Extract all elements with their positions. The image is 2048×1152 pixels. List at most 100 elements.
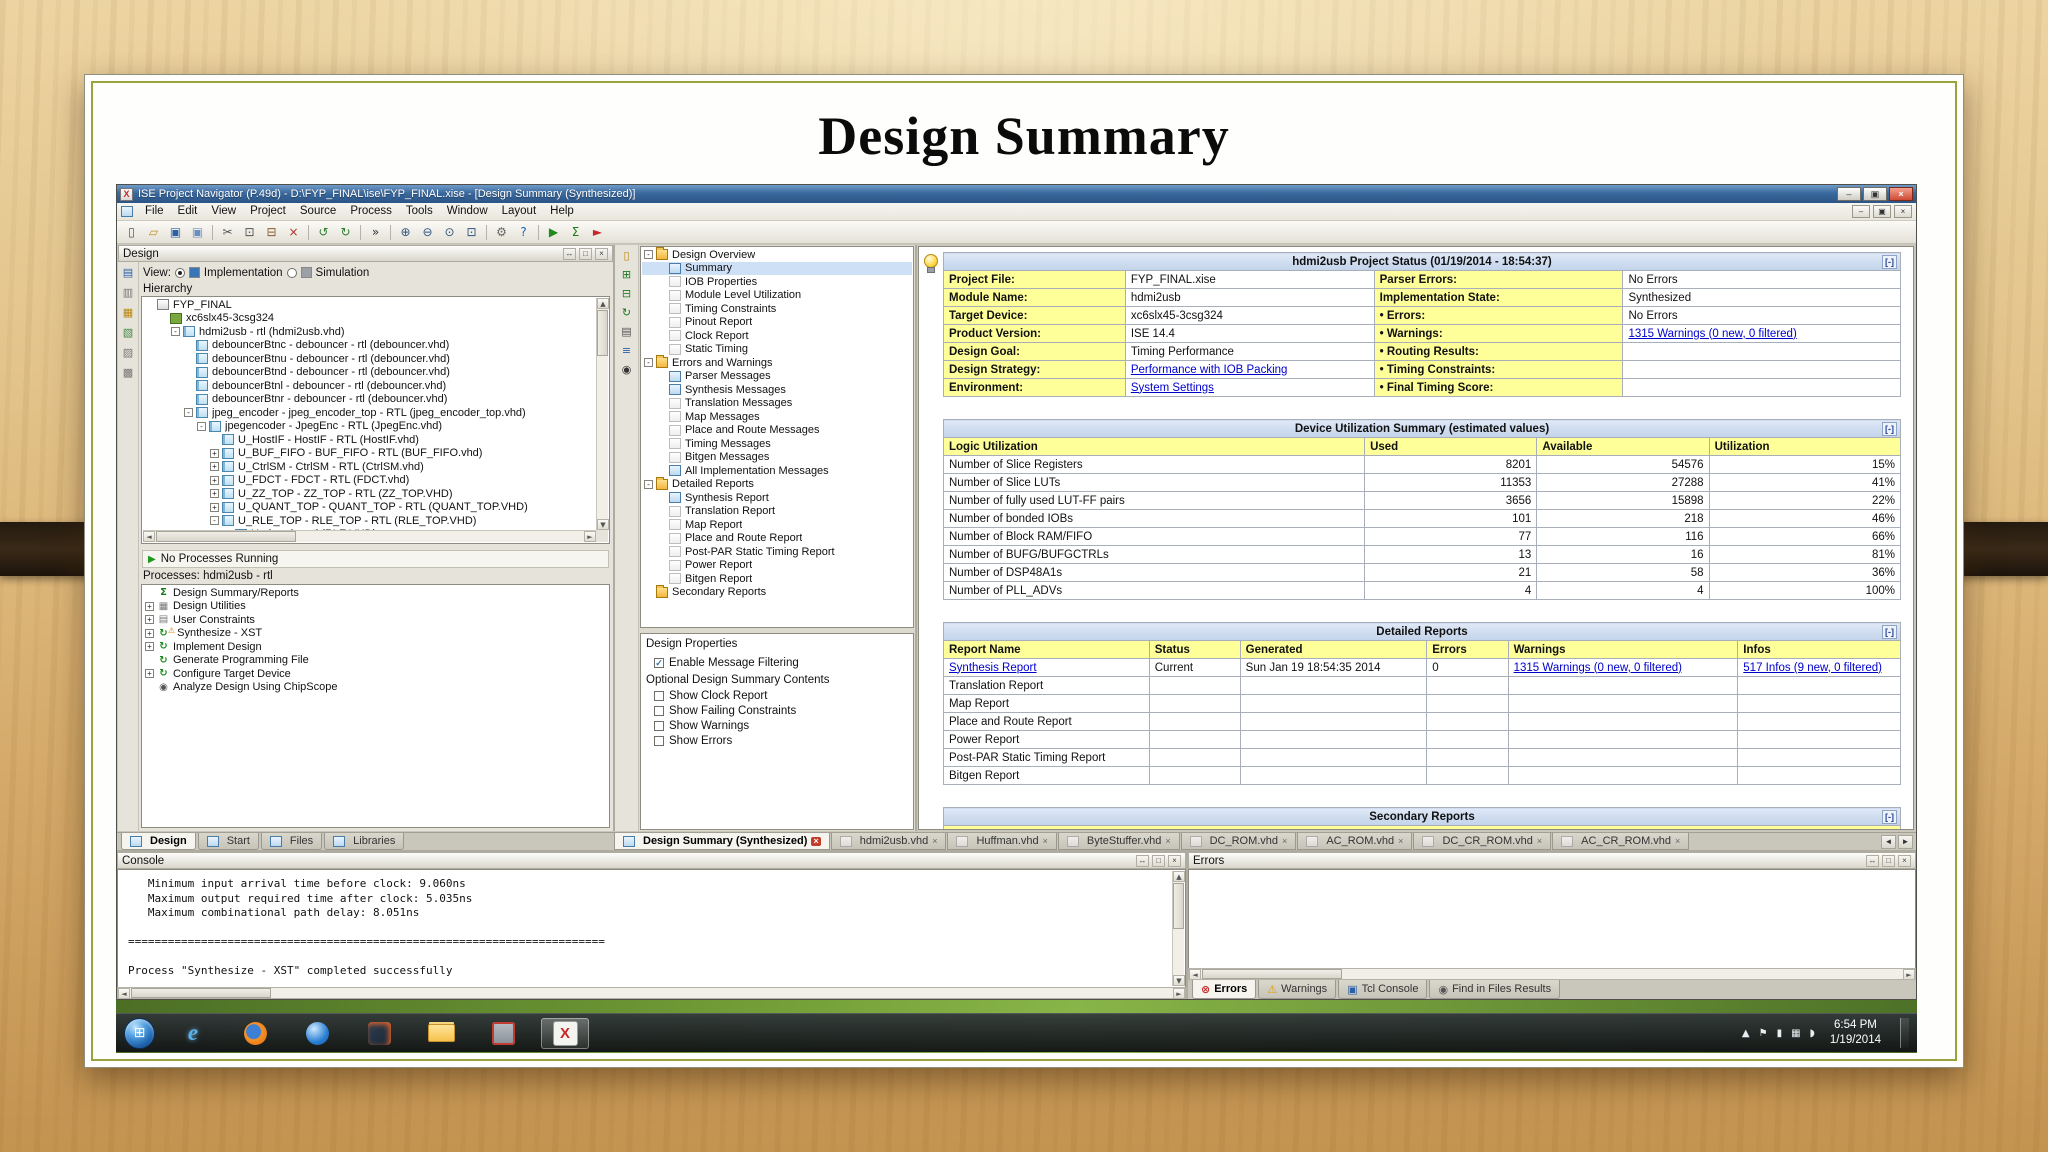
tree-item[interactable]: Post-PAR Static Timing Report: [642, 545, 912, 559]
save-all-icon[interactable]: ▣: [187, 223, 208, 242]
scrollbar-thumb[interactable]: [597, 310, 608, 356]
file-explorer-icon[interactable]: [417, 1018, 465, 1049]
report-row[interactable]: Bitgen Report: [943, 766, 1901, 785]
print-icon[interactable]: ▤: [621, 326, 631, 338]
tree-item[interactable]: debouncerBtnr - debouncer - rtl (debounc…: [143, 393, 596, 407]
files-view-icon[interactable]: ▥: [123, 287, 133, 299]
show-desktop-button[interactable]: [1900, 1018, 1909, 1048]
reports-view-icon[interactable]: ▩: [123, 367, 133, 379]
collapse-button[interactable]: [-]: [1882, 255, 1897, 269]
new-file-icon[interactable]: ▯: [121, 223, 142, 242]
panel-float-button[interactable]: ↔: [1136, 854, 1149, 867]
close-tab-icon[interactable]: ×: [1165, 836, 1170, 846]
tree-item[interactable]: Translation Messages: [642, 397, 912, 411]
collapse-button[interactable]: [-]: [1882, 625, 1897, 639]
sources-view-icon[interactable]: ▤: [123, 267, 133, 279]
document-tab[interactable]: DC_CR_ROM.vhd ×: [1413, 833, 1552, 850]
tree-item[interactable]: - Errors and Warnings: [642, 355, 912, 370]
expander-icon[interactable]: -: [644, 358, 653, 368]
status-value-link[interactable]: 1315 Warnings (0 new, 0 filtered): [1628, 328, 1796, 340]
save-icon[interactable]: ▣: [165, 223, 186, 242]
media-player-icon[interactable]: [293, 1018, 341, 1049]
tree-item[interactable]: - jpegencoder - JpegEnc - RTL (JpegEnc.vh…: [143, 420, 596, 434]
expander-icon[interactable]: -: [197, 421, 206, 431]
close-tab-icon[interactable]: ×: [1675, 836, 1680, 846]
utilization-row[interactable]: Number of Block RAM/FIFO 77 116 66%: [942, 527, 1902, 546]
menu-project[interactable]: Project: [243, 204, 293, 219]
tree-item[interactable]: Static Timing: [642, 343, 912, 357]
panel-tab-design[interactable]: Design: [121, 833, 196, 850]
tree-item[interactable]: + U_QUANT_TOP - QUANT_TOP - RTL (QUANT_TO…: [143, 501, 596, 515]
tree-item[interactable]: All Implementation Messages: [642, 464, 912, 478]
action-center-icon[interactable]: ⚑: [1759, 1028, 1768, 1039]
menu-edit[interactable]: Edit: [171, 204, 205, 219]
expander-icon[interactable]: -: [210, 516, 219, 526]
expander-icon[interactable]: -: [184, 408, 193, 418]
panel-tab-start[interactable]: Start: [197, 833, 259, 850]
panel-close-button[interactable]: ×: [1168, 854, 1181, 867]
tabs-scroll-right-button[interactable]: ►: [1898, 834, 1913, 849]
open-folder-icon[interactable]: ▱: [143, 223, 164, 242]
panel-tab-files[interactable]: Files: [260, 833, 323, 850]
ise-icon[interactable]: [541, 1017, 589, 1049]
paste-icon[interactable]: ⊟: [261, 223, 282, 242]
expand-all-icon[interactable]: ⊞: [622, 269, 631, 281]
report-row[interactable]: Power Report: [943, 730, 1901, 749]
maximize-button[interactable]: ▣: [1863, 187, 1887, 201]
report-row[interactable]: Map Report: [943, 694, 1901, 713]
document-tab[interactable]: AC_ROM.vhd ×: [1297, 833, 1413, 850]
settings-icon[interactable]: ⚙: [491, 223, 512, 242]
expander-icon[interactable]: +: [145, 642, 154, 652]
panel-restore-button[interactable]: □: [579, 247, 592, 260]
mdi-close-button[interactable]: ×: [1894, 205, 1912, 218]
view-radio-simulation[interactable]: [286, 267, 297, 278]
tree-item[interactable]: + U_BUF_FIFO - BUF_FIFO - RTL (BUF_FIFO.v…: [143, 447, 596, 461]
menu-file[interactable]: File: [138, 204, 171, 219]
tree-item[interactable]: ↻ Generate Programming File: [143, 654, 608, 668]
refresh-icon[interactable]: ↻: [622, 307, 631, 319]
close-tab-icon[interactable]: ×: [1398, 836, 1403, 846]
scrollbar-thumb[interactable]: [131, 988, 271, 998]
expander-icon[interactable]: -: [644, 479, 653, 489]
tree-item[interactable]: Pinout Report: [642, 316, 912, 330]
tree-item[interactable]: + ↻ ⚠ Synthesize - XST: [143, 626, 608, 641]
expander-icon[interactable]: +: [145, 669, 154, 679]
tabs-scroll-left-button[interactable]: ◄: [1881, 834, 1896, 849]
checkbox[interactable]: [654, 720, 664, 731]
zoom-full-icon[interactable]: ⊙: [439, 223, 460, 242]
close-tab-icon[interactable]: ×: [1282, 836, 1287, 846]
console-view-icon[interactable]: ▨: [123, 347, 133, 359]
panel-tab-libraries[interactable]: Libraries: [324, 833, 405, 850]
collapse-button[interactable]: [-]: [1882, 810, 1897, 824]
document-tab[interactable]: Huffman.vhd ×: [947, 833, 1057, 850]
undo-icon[interactable]: ↺: [313, 223, 334, 242]
checkbox[interactable]: [654, 690, 664, 701]
utilization-row[interactable]: Number of DSP48A1s 21 58 36%: [942, 563, 1902, 582]
mdi-restore-button[interactable]: ▣: [1873, 205, 1891, 218]
tree-item[interactable]: Timing Messages: [642, 437, 912, 451]
overflow-icon[interactable]: »: [365, 223, 386, 242]
expander-icon[interactable]: +: [210, 489, 219, 499]
panel-restore-button[interactable]: □: [1882, 854, 1895, 867]
tree-item[interactable]: U_HostIF - HostIF - RTL (HostIF.vhd): [143, 433, 596, 447]
help-icon[interactable]: ?: [513, 223, 534, 242]
view-radio-implementation[interactable]: [174, 267, 185, 278]
panel-restore-button[interactable]: □: [1152, 854, 1165, 867]
tree-item[interactable]: Module Level Utilization: [642, 289, 912, 303]
tree-item[interactable]: Power Report: [642, 559, 912, 573]
menu-view[interactable]: View: [204, 204, 243, 219]
collapse-all-icon[interactable]: ⊟: [622, 288, 631, 300]
panel-float-button[interactable]: ↔: [563, 247, 576, 260]
redo-icon[interactable]: ↻: [335, 223, 356, 242]
network-icon[interactable]: ▦: [1791, 1028, 1800, 1039]
tree-item[interactable]: xc6slx45-3csg324: [143, 312, 596, 326]
report-row[interactable]: Post-PAR Static Timing Report: [943, 748, 1901, 767]
expander-icon[interactable]: +: [145, 628, 154, 638]
snapshots-view-icon[interactable]: ▧: [123, 327, 133, 339]
minimize-button[interactable]: –: [1837, 187, 1861, 201]
close-button[interactable]: ×: [1889, 187, 1913, 201]
tree-item[interactable]: + U_ZZ_TOP - ZZ_TOP - RTL (ZZ_TOP.VHD): [143, 487, 596, 501]
tree-item[interactable]: Synthesis Report: [642, 491, 912, 505]
tree-item[interactable]: FYP_FINAL: [143, 298, 596, 312]
mdi-minimize-button[interactable]: –: [1852, 205, 1870, 218]
